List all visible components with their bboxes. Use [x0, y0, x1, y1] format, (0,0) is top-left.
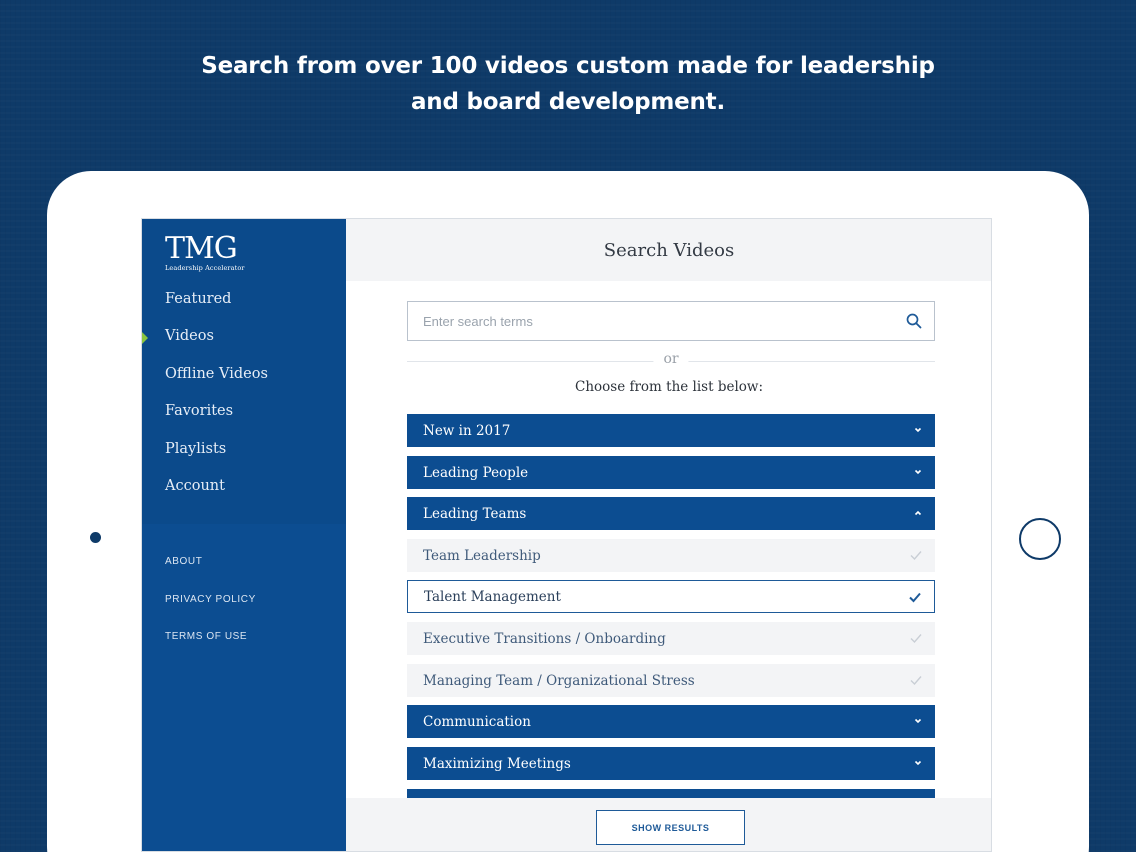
sidebar-item-playlists[interactable]: Playlists	[165, 441, 226, 457]
results-bar: SHOW RESULTS	[346, 798, 991, 851]
footer-link-privacy-policy[interactable]: PRIVACY POLICY	[165, 594, 256, 605]
search-input[interactable]	[408, 302, 888, 340]
sidebar-item-favorites[interactable]: Favorites	[165, 403, 233, 419]
category-label: New in 2017	[423, 422, 511, 439]
or-divider: or	[407, 351, 935, 371]
search-icon[interactable]	[906, 313, 922, 329]
category-leading-teams[interactable]: Leading Teams	[407, 497, 935, 530]
app-screen: TMG Leadership Accelerator Featured Vide…	[141, 218, 992, 852]
subcategory-label: Managing Team / Organizational Stress	[423, 672, 695, 689]
subcategory-executive-transitions[interactable]: Executive Transitions / Onboarding	[407, 622, 935, 655]
check-icon	[910, 676, 922, 686]
sidebar: TMG Leadership Accelerator Featured Vide…	[142, 219, 346, 851]
sidebar-item-account[interactable]: Account	[165, 478, 225, 494]
logo-mark: TMG	[165, 231, 238, 266]
sidebar-item-videos[interactable]: Videos	[165, 328, 214, 344]
tablet-home-button	[1019, 518, 1061, 560]
headline-line-1: Search from over 100 videos custom made …	[201, 53, 935, 79]
check-icon	[910, 551, 922, 561]
marketing-headline: Search from over 100 videos custom made …	[0, 48, 1136, 120]
subcategory-managing-team-stress[interactable]: Managing Team / Organizational Stress	[407, 664, 935, 697]
subcategory-label: Executive Transitions / Onboarding	[423, 630, 666, 647]
category-label: Communication	[423, 713, 531, 730]
check-icon	[910, 634, 922, 644]
subcategory-label: Team Leadership	[423, 547, 541, 564]
page-title: Search Videos	[346, 219, 991, 281]
category-leading-people[interactable]: Leading People	[407, 456, 935, 489]
category-maximizing-meetings[interactable]: Maximizing Meetings	[407, 747, 935, 780]
active-nav-indicator	[142, 332, 148, 344]
chevron-down-icon	[914, 469, 922, 475]
subcategory-team-leadership[interactable]: Team Leadership	[407, 539, 935, 572]
show-results-button[interactable]: SHOW RESULTS	[596, 810, 745, 845]
or-text: or	[653, 351, 689, 367]
tmg-logo[interactable]: TMG Leadership Accelerator	[165, 231, 245, 273]
category-new-in-2017[interactable]: New in 2017	[407, 414, 935, 447]
chevron-down-icon	[914, 718, 922, 724]
category-label: Leading Teams	[423, 505, 527, 522]
logo-subtitle: Leadership Accelerator	[165, 264, 245, 272]
footer-link-about[interactable]: ABOUT	[165, 556, 202, 567]
check-icon	[909, 592, 921, 603]
category-communication[interactable]: Communication	[407, 705, 935, 738]
headline-line-2: and board development.	[410, 89, 726, 115]
search-box[interactable]	[407, 301, 935, 341]
chevron-up-icon	[914, 510, 922, 516]
subcategory-talent-management[interactable]: Talent Management	[407, 580, 935, 613]
choose-instruction: Choose from the list below:	[574, 379, 764, 395]
main-content: Search Videos or Choose from the list be…	[346, 219, 991, 851]
category-label: Maximizing Meetings	[423, 755, 571, 772]
chevron-down-icon	[914, 760, 922, 766]
sidebar-item-offline-videos[interactable]: Offline Videos	[165, 366, 268, 382]
footer-link-terms-of-use[interactable]: TERMS OF USE	[165, 631, 247, 642]
sidebar-item-featured[interactable]: Featured	[165, 291, 231, 307]
category-label: Leading People	[423, 464, 529, 481]
tablet-camera	[90, 532, 101, 543]
chevron-down-icon	[914, 427, 922, 433]
subcategory-label: Talent Management	[424, 588, 561, 605]
